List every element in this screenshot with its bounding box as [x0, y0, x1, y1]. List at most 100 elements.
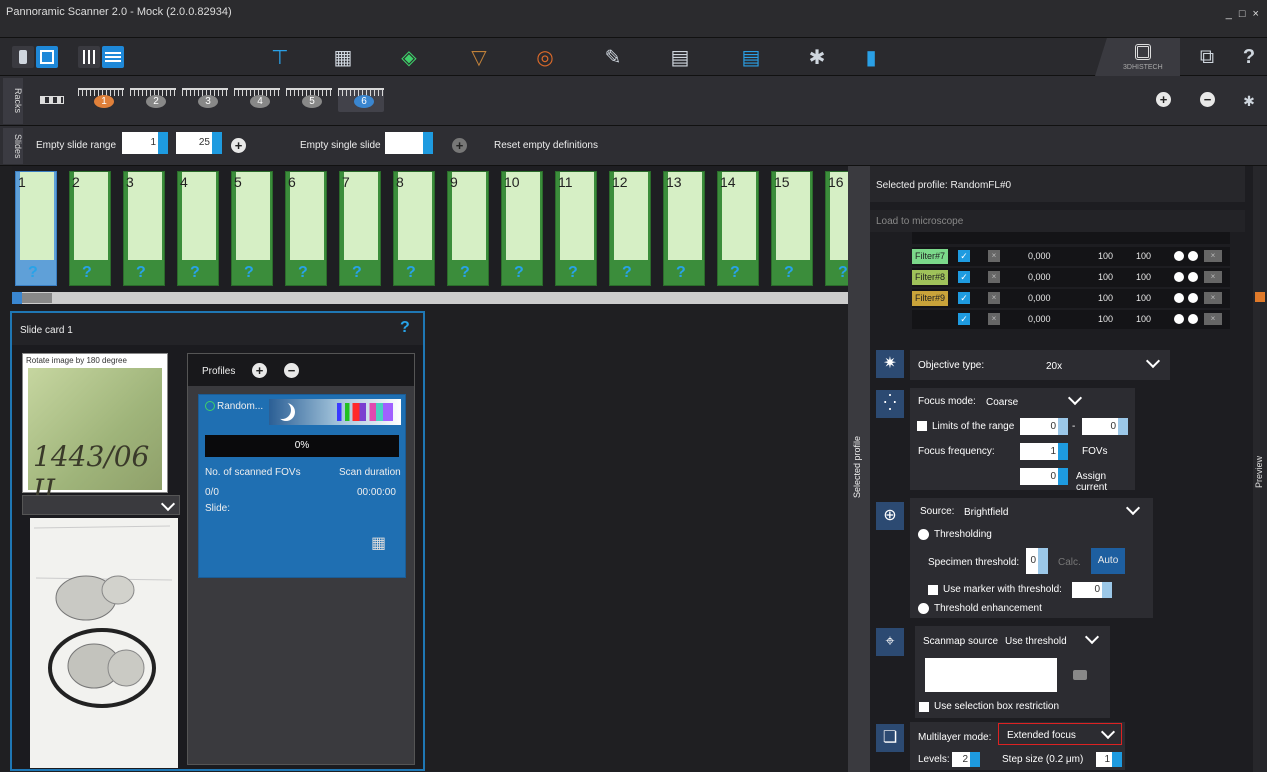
- rack-settings-icon[interactable]: ✱: [1236, 88, 1262, 114]
- preview-tab[interactable]: Preview: [1253, 166, 1267, 772]
- stop-scan-icon[interactable]: ▽: [466, 44, 492, 70]
- assign-current-button[interactable]: Assign current: [1076, 471, 1135, 493]
- remove-rack-button[interactable]: −: [1200, 92, 1215, 107]
- gear-settings-icon[interactable]: ✱: [804, 44, 830, 70]
- slide-card-help-icon[interactable]: ?: [400, 319, 410, 337]
- filter-disable-icon[interactable]: ×: [988, 250, 1000, 262]
- selected-profile-tab[interactable]: Selected profile: [848, 166, 870, 772]
- reset-empty-button[interactable]: Reset empty definitions: [494, 140, 598, 151]
- scanmap-chevron-icon[interactable]: [1084, 629, 1100, 645]
- rack-4[interactable]: 4: [234, 88, 280, 112]
- rack-1[interactable]: 1: [78, 88, 124, 112]
- filter-remove-icon[interactable]: ×: [1204, 271, 1222, 283]
- slide-loader-icon[interactable]: ⊤: [267, 44, 293, 70]
- barcode-settings-icon[interactable]: ▦: [330, 44, 356, 70]
- slide-16[interactable]: 16?: [825, 171, 850, 286]
- threshold-enhancement-label[interactable]: Threshold enhancement: [934, 603, 1042, 614]
- slide-12[interactable]: 12?: [609, 171, 651, 286]
- slide-5[interactable]: 5?: [231, 171, 273, 286]
- scanmap-file-input[interactable]: [925, 658, 1057, 692]
- single-slide-input[interactable]: [385, 132, 433, 154]
- slide-11[interactable]: 11?: [555, 171, 597, 286]
- filter-enable-checkbox[interactable]: ✓: [958, 292, 970, 304]
- threshold-enhancement-expand-icon[interactable]: [918, 603, 929, 614]
- single-slide-spinner[interactable]: [423, 132, 433, 154]
- scan-queue-icon[interactable]: ▤: [738, 44, 764, 70]
- profile-card[interactable]: Random... 0% No. of scanned FOVs Scan du…: [198, 394, 406, 578]
- load-to-microscope-button[interactable]: Load to microscope: [870, 210, 1245, 232]
- barcode-icon[interactable]: ▦: [371, 533, 386, 553]
- edit-profile-icon[interactable]: ✎: [600, 44, 626, 70]
- help-icon[interactable]: ?: [1236, 44, 1262, 70]
- calc-button[interactable]: Calc.: [1058, 557, 1081, 568]
- window-controls[interactable]: _ □ ×: [1226, 8, 1261, 20]
- filter-dot-icon[interactable]: [1174, 272, 1184, 282]
- rotate-checkbox[interactable]: Rotate image by 180 degree: [26, 356, 127, 365]
- filter-remove-icon[interactable]: ×: [1204, 292, 1222, 304]
- slide-4[interactable]: 4?: [177, 171, 219, 286]
- slide-15[interactable]: 15?: [771, 171, 813, 286]
- list-view-icon[interactable]: [102, 46, 124, 68]
- slide-3[interactable]: 3?: [123, 171, 165, 286]
- filter-dot-icon[interactable]: [1188, 314, 1198, 324]
- add-profile-button[interactable]: +: [252, 363, 267, 378]
- use-marker-checkbox[interactable]: [928, 585, 938, 595]
- specimen-threshold-input[interactable]: 0: [1026, 548, 1048, 574]
- slide-9[interactable]: 9?: [447, 171, 489, 286]
- auto-button[interactable]: Auto: [1091, 548, 1125, 574]
- rack-3[interactable]: 3: [182, 88, 228, 112]
- scrollbar-thumb[interactable]: [22, 293, 52, 303]
- multilayer-select[interactable]: Extended focus: [998, 723, 1122, 745]
- filter-dot-icon[interactable]: [1188, 293, 1198, 303]
- rack-5[interactable]: 5: [286, 88, 332, 112]
- remove-profile-button[interactable]: −: [284, 363, 299, 378]
- slides-tab[interactable]: Slides: [3, 128, 23, 164]
- thresholding-label[interactable]: Thresholding: [934, 529, 992, 540]
- range-from-input[interactable]: 1: [122, 132, 168, 154]
- filter-dot-icon[interactable]: [1174, 314, 1184, 324]
- scanmap-source-select[interactable]: Use threshold: [1005, 636, 1067, 647]
- focus-frequency-input[interactable]: 1: [1020, 443, 1068, 460]
- equalizer-icon[interactable]: ⧉: [1194, 44, 1220, 70]
- slide-14[interactable]: 14?: [717, 171, 759, 286]
- source-chevron-icon[interactable]: [1125, 500, 1141, 516]
- range-from-spinner[interactable]: [158, 132, 168, 154]
- filter-disable-icon[interactable]: ×: [988, 271, 1000, 283]
- slide-1[interactable]: 1?: [15, 171, 57, 286]
- slide-8[interactable]: 8?: [393, 171, 435, 286]
- source-select[interactable]: Brightfield: [964, 507, 1008, 518]
- objective-chevron-icon[interactable]: [1145, 353, 1161, 369]
- range-to-spinner[interactable]: [212, 132, 222, 154]
- filter-remove-icon[interactable]: ×: [1204, 250, 1222, 262]
- add-rack-button[interactable]: +: [1156, 92, 1171, 107]
- limits-checkbox[interactable]: [917, 421, 927, 431]
- marker-threshold-input[interactable]: 0: [1072, 582, 1112, 598]
- slide-10[interactable]: 10?: [501, 171, 543, 286]
- scroll-left-button[interactable]: [12, 292, 22, 304]
- limit-to-input[interactable]: 0: [1082, 418, 1128, 435]
- multilayer-chevron-icon[interactable]: [1100, 724, 1116, 740]
- selection-box-checkbox[interactable]: [919, 702, 929, 712]
- add-single-button[interactable]: +: [452, 138, 467, 153]
- limit-from-input[interactable]: 0: [1020, 418, 1068, 435]
- filter-remove-icon[interactable]: ×: [1204, 313, 1222, 325]
- slide-13[interactable]: 13?: [663, 171, 705, 286]
- filter-enable-checkbox[interactable]: ✓: [958, 313, 970, 325]
- start-scan-icon[interactable]: ◈: [396, 44, 422, 70]
- thresholding-expand-icon[interactable]: [918, 529, 929, 540]
- device-icon[interactable]: ▮: [858, 44, 884, 70]
- slide-2[interactable]: 2?: [69, 171, 111, 286]
- folder-icon[interactable]: [1073, 670, 1087, 680]
- step-size-input[interactable]: 1: [1096, 752, 1122, 767]
- scan-report-icon[interactable]: ▤: [667, 44, 693, 70]
- filter-enable-checkbox[interactable]: ✓: [958, 250, 970, 262]
- racks-tab[interactable]: Racks: [3, 78, 23, 124]
- all-racks-icon[interactable]: [40, 96, 64, 104]
- rack-2[interactable]: 2: [130, 88, 176, 112]
- slide-6[interactable]: 6?: [285, 171, 327, 286]
- pipette-icon[interactable]: [12, 46, 34, 68]
- slide-strip-scrollbar[interactable]: [12, 292, 850, 304]
- filter-dot-icon[interactable]: [1174, 293, 1184, 303]
- filter-disable-icon[interactable]: ×: [988, 313, 1000, 325]
- filter-dot-icon[interactable]: [1188, 272, 1198, 282]
